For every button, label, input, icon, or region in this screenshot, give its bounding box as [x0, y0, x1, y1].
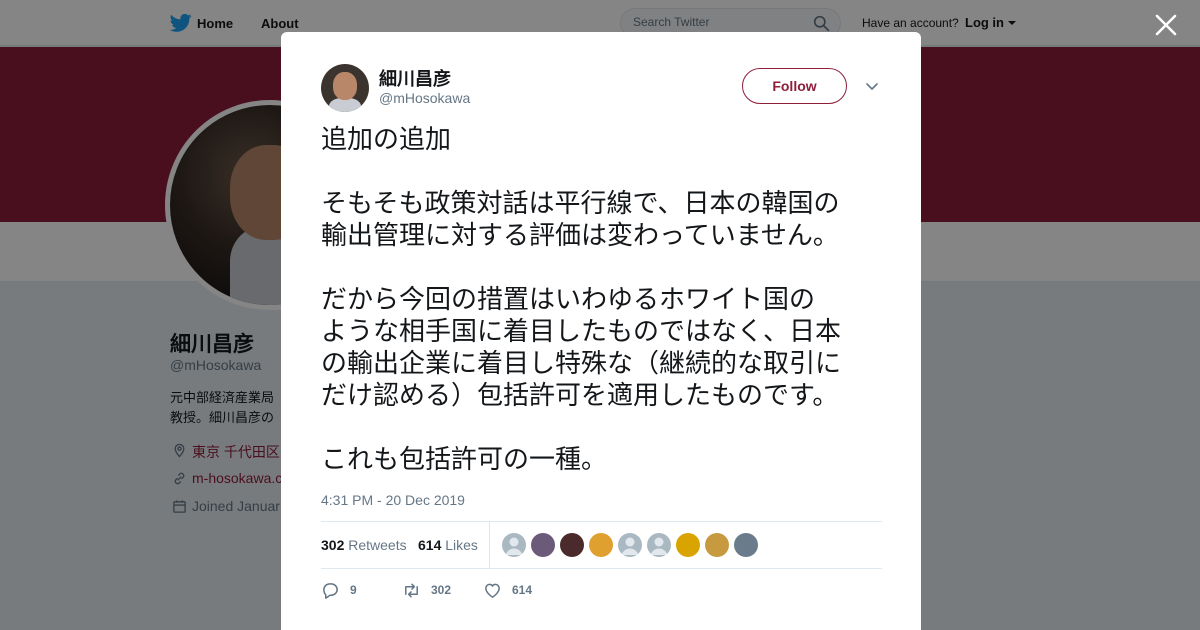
- tweet-paragraph: だから今回の措置はいわゆるホワイト国の ような相手国に着目したものではなく、日本…: [321, 285, 842, 411]
- default-profile-icon: [621, 537, 639, 555]
- liker-landscape-avatar[interactable]: [734, 533, 758, 557]
- reply-button[interactable]: 9: [321, 580, 381, 602]
- liker-default-avatar[interactable]: [502, 533, 526, 557]
- avatar-face: [333, 72, 357, 100]
- tweet-stats: 302 Retweets 614 Likes: [321, 521, 882, 569]
- tweet-paragraph: 追加の追加: [321, 125, 452, 155]
- default-profile-icon: [650, 537, 668, 555]
- like-button[interactable]: 614: [483, 580, 553, 602]
- close-icon[interactable]: [1153, 12, 1179, 38]
- tweet-text: 追加の追加 そもそも政策対話は平行線で、日本の韓国の 輸出管理に対する評価は変わ…: [321, 124, 891, 476]
- liker-dark-avatar[interactable]: [560, 533, 584, 557]
- liker-default-avatar[interactable]: [618, 533, 642, 557]
- stats-divider: [489, 522, 490, 569]
- author-handle[interactable]: @mHosokawa: [379, 90, 470, 106]
- author-name[interactable]: 細川昌彦: [379, 65, 451, 91]
- liker-flower-avatar[interactable]: [676, 533, 700, 557]
- like-count: 614: [512, 583, 533, 597]
- tweet-modal: 細川昌彦 @mHosokawa Follow 追加の追加 そもそも政策対話は平行…: [281, 32, 921, 630]
- likes-count: 614: [418, 537, 442, 553]
- retweets-count: 302: [321, 537, 345, 553]
- likes-stat[interactable]: 614 Likes: [418, 537, 478, 553]
- default-profile-icon: [505, 537, 523, 555]
- retweets-stat[interactable]: 302 Retweets: [321, 537, 407, 553]
- follow-button[interactable]: Follow: [742, 68, 847, 104]
- avatar-shirt: [329, 98, 361, 112]
- tweet-paragraph: そもそも政策対話は平行線で、日本の韓国の 輸出管理に対する評価は変わっていません…: [321, 189, 840, 251]
- likes-label: Likes: [445, 537, 478, 553]
- heart-icon: [485, 583, 500, 598]
- author-avatar[interactable]: [321, 64, 369, 112]
- retweet-count: 302: [431, 583, 452, 597]
- chevron-down-icon[interactable]: [865, 82, 879, 92]
- reply-icon: [323, 583, 338, 599]
- tweet-timestamp[interactable]: 4:31 PM - 20 Dec 2019: [321, 492, 465, 508]
- tweet-paragraph: これも包括許可の一種。: [321, 445, 608, 475]
- reply-count: 9: [350, 583, 357, 597]
- liker-colorful-avatar[interactable]: [589, 533, 613, 557]
- liker-pattern-avatar[interactable]: [531, 533, 555, 557]
- liker-dog-avatar[interactable]: [705, 533, 729, 557]
- retweet-button[interactable]: 302: [402, 580, 472, 602]
- retweets-label: Retweets: [348, 537, 407, 553]
- liker-default-avatar[interactable]: [647, 533, 671, 557]
- tweet-actions: 9 302 614: [321, 580, 882, 604]
- retweet-icon: [405, 583, 418, 598]
